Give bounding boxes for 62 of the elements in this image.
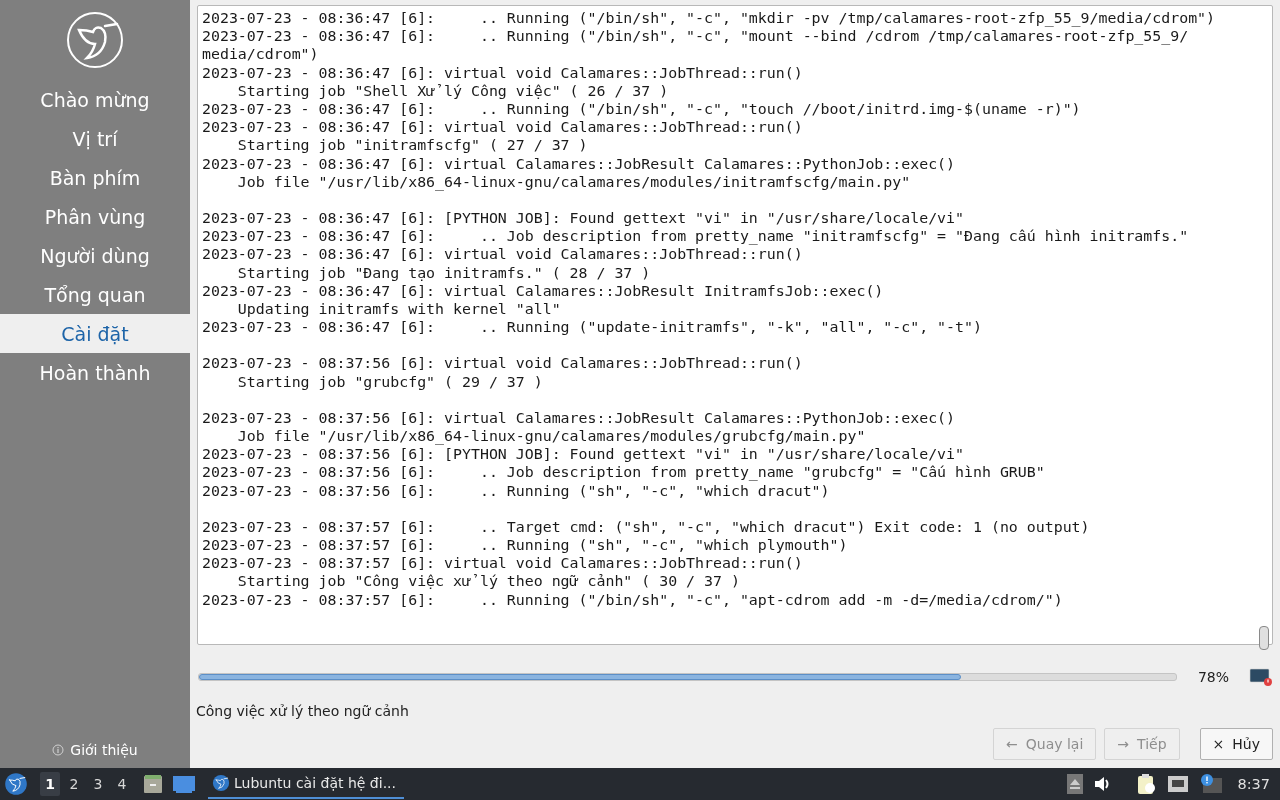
workspace-button[interactable]: 4 [112, 772, 132, 796]
log-line: 2023-07-23 - 08:36:47 [6]: .. Running ("/bin/sh", "-c", "mkdir -pv /tmp/calamares-root-zfp_55_9/media/cdrom") [202, 9, 1217, 28]
sidebar-item[interactable]: Vị trí [0, 119, 190, 158]
sidebar-item[interactable]: Người dùng [0, 236, 190, 275]
task-button[interactable]: Lubuntu cài đặt hệ đi... [208, 769, 404, 799]
log-line: 2023-07-23 - 08:36:47 [6]: virtual void Calamares::JobThread::run() [202, 118, 804, 137]
log-line: 2023-07-23 - 08:37:56 [6]: .. Job description from pretty_name "grubcfg" = "Cấu hình GRUB" [202, 463, 1046, 482]
monitor-warning-icon[interactable] [1249, 667, 1273, 687]
sidebar-item[interactable]: Chào mừng [0, 80, 190, 119]
sidebar-item[interactable]: Bàn phím [0, 158, 190, 197]
log-line: Job file "/usr/lib/x86_64-linux-gnu/calamares/modules/initramfscfg/main.py" [236, 172, 912, 192]
start-menu-icon[interactable] [4, 772, 28, 796]
log-line: Starting job "Công việc xử lý theo ngữ cảnh" ( 30 / 37 ) [236, 572, 741, 591]
notification-icon[interactable] [1199, 773, 1224, 795]
bird-logo-icon[interactable] [212, 772, 231, 794]
log-line: 2023-07-23 - 08:36:47 [6]: virtual void Calamares::JobThread::run() [202, 63, 804, 82]
log-line: Starting job "grubcfg" ( 29 / 37 ) [236, 372, 544, 391]
progress-percent: 78% [1196, 669, 1229, 685]
eject-icon[interactable] [1067, 774, 1084, 794]
log-line: 2023-07-23 - 08:37:56 [6]: .. Running ("sh", "-c", "which dracut") [202, 481, 831, 500]
log-line: 2023-07-23 - 08:36:47 [6]: [PYTHON JOB]: Found gettext "vi" in "/usr/share/locale/vi" [202, 209, 966, 228]
log-line: 2023-07-23 - 08:36:47 [6]: .. Running ("/bin/sh", "-c", "mount --bind /cdrom /tmp/calamares-root-zfp_55_9/ [202, 27, 1190, 46]
clock[interactable]: 8:37 [1237, 776, 1270, 792]
log-line: 2023-07-23 - 08:36:47 [6]: .. Job description from pretty_name "initramfscfg" = "Đang cấu hình initramfs." [202, 227, 1190, 246]
network-icon[interactable] [1167, 775, 1190, 793]
file-cabinet-icon[interactable] [142, 773, 164, 795]
log-line: 2023-07-23 - 08:36:47 [6]: virtual Calamares::JobResult InitramfsJob::exec() [202, 281, 885, 301]
log-line: 2023-07-23 - 08:37:56 [6]: virtual void Calamares::JobThread::run() [202, 354, 804, 373]
log-line: 2023-07-23 - 08:36:47 [6]: .. Running ("update-initramfs", "-k", "all", "-c", "-t") [202, 318, 983, 337]
scrollbar-handle[interactable] [1259, 626, 1269, 650]
workspace-button[interactable]: 1 [40, 772, 60, 796]
log-line: 2023-07-23 - 08:37:57 [6]: .. Running ("sh", "-c", "which plymouth") [202, 536, 849, 555]
sidebar-item[interactable]: Cài đặt [0, 314, 190, 353]
left-arrow-icon: ← [1006, 736, 1018, 752]
cancel-button[interactable]: × Hủy [1199, 728, 1273, 760]
about-button[interactable]: Giới thiệu [48, 740, 142, 760]
sidebar-item[interactable]: Hoàn thành [0, 353, 190, 392]
sidebar-item[interactable]: Phân vùng [0, 197, 190, 236]
log-line: Updating initramfs with kernel "all" [236, 300, 562, 319]
status-text: Công việc xử lý theo ngữ cảnh [196, 703, 410, 719]
bird-logo-icon [65, 10, 125, 70]
log-line: 2023-07-23 - 08:37:57 [6]: virtual void Calamares::JobThread::run() [202, 554, 804, 573]
log-line: 2023-07-23 - 08:36:47 [6]: .. Running ("/bin/sh", "-c", "touch //boot/initrd.img-$(uname -r)") [202, 100, 1082, 119]
workspace-button[interactable]: 3 [88, 772, 108, 796]
sidebar-item[interactable]: Tổng quan [0, 275, 190, 314]
log-line: Job file "/usr/lib/x86_64-linux-gnu/calamares/modules/grubcfg/main.py" [236, 427, 867, 446]
log-line: 2023-07-23 - 08:37:57 [6]: .. Running ("/bin/sh", "-c", "apt-cdrom add -m -d=/media/cdrom/") [202, 590, 1064, 609]
right-arrow-icon: → [1117, 736, 1130, 752]
log-line: 2023-07-23 - 08:37:57 [6]: .. Target cmd: ("sh", "-c", "which dracut") Exit code: 1 (no output) [202, 517, 1091, 537]
log-line: Starting job "Shell Xử lý Công việc" ( 26 / 37 ) [236, 81, 670, 100]
log-line: media/cdrom") [202, 45, 320, 64]
log-line: 2023-07-23 - 08:37:56 [6]: virtual Calamares::JobResult Calamares::PythonJob::exec() [202, 408, 957, 428]
clipboard-icon[interactable] [1135, 773, 1158, 795]
log-line: Starting job "initramfscfg" ( 27 / 37 ) [236, 136, 589, 155]
log-line: Starting job "Đang tạo initramfs." ( 28 / 37 ) [236, 263, 652, 282]
log-line: 2023-07-23 - 08:36:47 [6]: virtual void Calamares::JobThread::run() [202, 245, 804, 264]
workspace-button[interactable]: 2 [64, 772, 84, 796]
desktop-icon[interactable] [172, 774, 196, 794]
info-icon [52, 744, 65, 756]
close-icon: × [1212, 736, 1225, 752]
log-line: 2023-07-23 - 08:37:56 [6]: [PYTHON JOB]: Found gettext "vi" in "/usr/share/locale/vi" [202, 445, 966, 464]
log-line: 2023-07-23 - 08:36:47 [6]: virtual Calamares::JobResult Calamares::PythonJob::exec() [202, 154, 957, 173]
